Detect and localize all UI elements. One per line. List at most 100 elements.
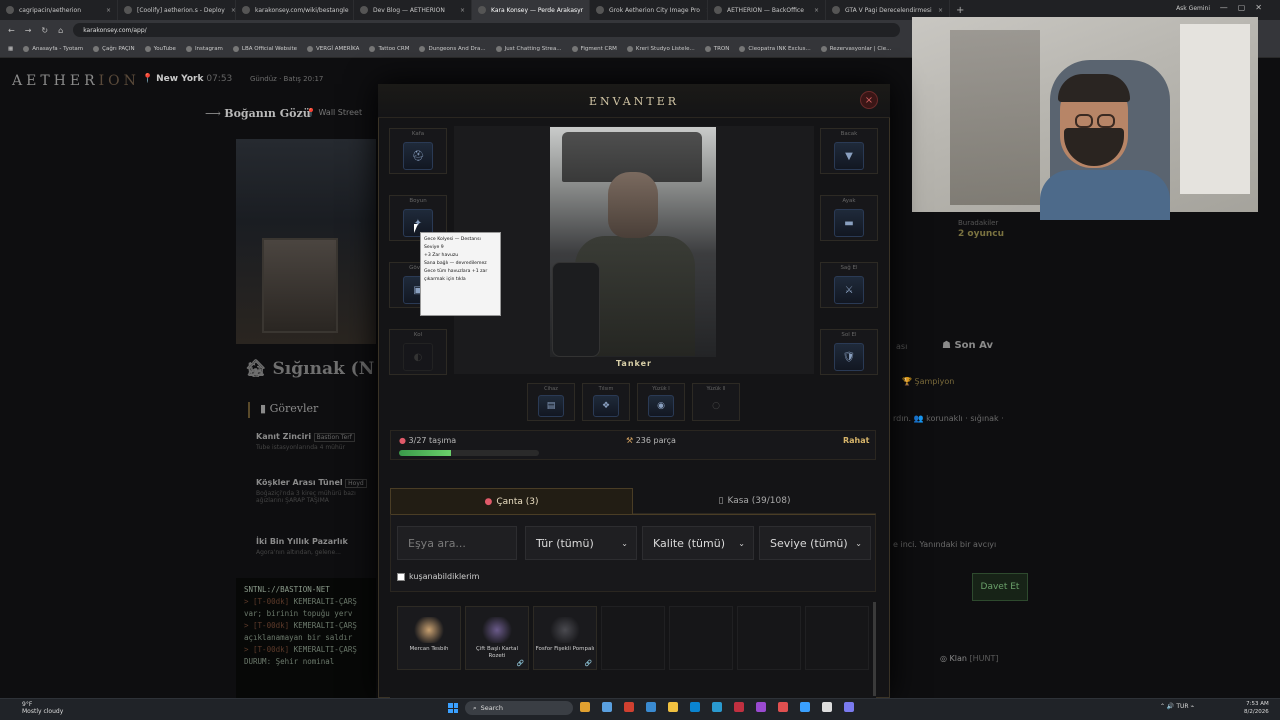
taskbar-app-icon[interactable] bbox=[734, 702, 744, 712]
taskbar-app-icon[interactable] bbox=[690, 702, 700, 712]
bookmark-item[interactable]: TRON bbox=[704, 45, 729, 52]
taskbar-app-icon[interactable] bbox=[668, 702, 678, 712]
helmet-icon[interactable]: ⛑ bbox=[403, 142, 433, 170]
search-input[interactable]: Eşya ara... bbox=[397, 526, 517, 560]
clan-tab[interactable]: ◎ Klan [HUNT] bbox=[940, 654, 999, 663]
equipment-slot[interactable]: Kafa ⛑ bbox=[389, 128, 447, 174]
equipment-slot[interactable]: Kol ◐ bbox=[389, 329, 447, 375]
taskbar-app-icon[interactable] bbox=[602, 702, 612, 712]
tab-close-icon[interactable]: × bbox=[100, 7, 111, 14]
bookmark-item[interactable]: Kreri Studyo Listele... bbox=[626, 45, 695, 52]
quest-item[interactable]: Kanıt Zinciri Bastion Terf Tube istasyonl… bbox=[256, 432, 376, 451]
system-tray[interactable]: ⌃ 🔊 TUR ⌁ bbox=[1160, 703, 1194, 710]
tab-safe[interactable]: ▯ Kasa (39/108) bbox=[633, 488, 876, 514]
empty-item-slot[interactable] bbox=[669, 606, 733, 670]
bookmark-item[interactable]: YouTube bbox=[144, 45, 176, 52]
invite-button[interactable]: Davet Et bbox=[972, 573, 1028, 601]
game-logo[interactable]: AETHERION bbox=[12, 73, 140, 89]
empty-item-slot[interactable] bbox=[601, 606, 665, 670]
equipment-slot[interactable]: Sol El 🛡 bbox=[820, 329, 878, 375]
quest-item[interactable]: Köşkler Arası Tünel Hoyd Boğaziçi'nda 3 k… bbox=[256, 478, 376, 504]
browser-tab[interactable]: Grok Aetherion City Image Pro× bbox=[590, 0, 708, 20]
bookmark-item[interactable]: VERGİ AMERİKA bbox=[307, 45, 359, 52]
empty-item-slot[interactable] bbox=[805, 606, 869, 670]
taskbar-app-icon[interactable] bbox=[844, 702, 854, 712]
empty-item-slot[interactable] bbox=[737, 606, 801, 670]
item-grid-scrollbar[interactable] bbox=[873, 602, 876, 696]
bookmark-item[interactable]: Tattoo CRM bbox=[369, 45, 409, 52]
inventory-item[interactable]: Mercan Tesbih bbox=[397, 606, 461, 670]
bookmark-item[interactable]: Rezervasyonlar | Cle... bbox=[820, 45, 891, 52]
taskbar-app-icon[interactable] bbox=[712, 702, 722, 712]
last-hunt-tab[interactable]: ☗ Son Av bbox=[942, 340, 993, 351]
taskbar-app-icon[interactable] bbox=[800, 702, 810, 712]
bookmark-item[interactable]: Çağrı PAÇIN bbox=[93, 45, 135, 52]
equipment-slot[interactable]: Tılsım ❖ bbox=[582, 383, 630, 421]
equippable-checkbox[interactable]: kuşanabildiklerim bbox=[397, 572, 479, 581]
browser-tab[interactable]: AETHERION — BackOffice × bbox=[708, 0, 826, 20]
home-icon[interactable]: ⌂ bbox=[58, 26, 63, 35]
reload-icon[interactable]: ↻ bbox=[41, 26, 48, 35]
inventory-item[interactable]: Çift Başlı Kartal Rozeti 🔗 bbox=[465, 606, 529, 670]
ring-icon[interactable]: ◉ bbox=[648, 395, 674, 417]
url-input[interactable]: karakonsey.com/app/ bbox=[73, 23, 900, 37]
equipment-slot[interactable]: Cihaz ▤ bbox=[527, 383, 575, 421]
taskbar-app-icon[interactable] bbox=[778, 702, 788, 712]
level-select[interactable]: Seviye (tümü) ⌄ bbox=[759, 526, 871, 560]
type-select[interactable]: Tür (tümü) ⌄ bbox=[525, 526, 637, 560]
checkbox-icon[interactable] bbox=[397, 572, 405, 581]
equipment-slot[interactable]: Bacak ▼ bbox=[820, 128, 878, 174]
tab-close-icon[interactable]: × bbox=[454, 7, 465, 14]
quality-select[interactable]: Kalite (tümü) ⌄ bbox=[642, 526, 754, 560]
taskbar-app-icon[interactable] bbox=[646, 702, 656, 712]
device-icon[interactable]: ▤ bbox=[538, 395, 564, 417]
equipment-slot[interactable]: Yüzük I ◉ bbox=[637, 383, 685, 421]
tab-close-icon[interactable]: × bbox=[583, 7, 589, 14]
inventory-item[interactable]: Fosfor Fişekli Pompalı 🔗 bbox=[533, 606, 597, 670]
taskbar-app-icon[interactable] bbox=[756, 702, 766, 712]
taskbar-search[interactable]: ⌕ Search bbox=[465, 701, 573, 715]
tab-bag[interactable]: ● Çanta (3) bbox=[390, 488, 633, 514]
weather-widget[interactable]: 9°F Mostly cloudy bbox=[22, 701, 63, 715]
new-tab-button[interactable]: + bbox=[950, 5, 970, 16]
taskbar-app-icon[interactable] bbox=[822, 702, 832, 712]
bookmark-item[interactable]: Figment CRM bbox=[571, 45, 617, 52]
arm-icon[interactable]: ◐ bbox=[403, 343, 433, 371]
tab-close-icon[interactable]: × bbox=[808, 7, 819, 14]
profile-label[interactable]: Ask Gemini bbox=[1176, 5, 1210, 12]
browser-tab[interactable]: cagripacin/aetherion × bbox=[0, 0, 118, 20]
bookmark-item[interactable]: LBA Official Website bbox=[232, 45, 297, 52]
boots-icon[interactable]: ▬ bbox=[834, 209, 864, 237]
bookmark-item[interactable]: Anasayfa - Tyotam bbox=[23, 45, 83, 52]
tab-close-icon[interactable]: × bbox=[225, 7, 235, 14]
bookmark-item[interactable]: Instagram bbox=[185, 45, 223, 52]
ring-empty-icon[interactable]: ○ bbox=[703, 395, 729, 417]
tab-close-icon[interactable]: × bbox=[932, 7, 943, 14]
browser-tab[interactable]: Kara Konsey — Perde Arakasyr× bbox=[472, 0, 590, 20]
legs-icon[interactable]: ▼ bbox=[834, 142, 864, 170]
browser-tab[interactable]: Dev Blog — AETHERION × bbox=[354, 0, 472, 20]
window-controls[interactable]: —▢✕ bbox=[1220, 3, 1272, 12]
weapon-right-icon[interactable]: ⚔ bbox=[834, 276, 864, 304]
back-link[interactable]: ⟶ Boğanın Gözü bbox=[205, 107, 311, 120]
equipment-slot[interactable]: Sağ El ⚔ bbox=[820, 262, 878, 308]
bookmark-item[interactable]: Dungeons And Dra... bbox=[419, 45, 486, 52]
browser-tab[interactable]: karakonsey.com/wiki/bestangle× bbox=[236, 0, 354, 20]
taskbar-app-icon[interactable] bbox=[624, 702, 634, 712]
browser-tab[interactable]: [Coolify] aetherion.s - Deploy × bbox=[118, 0, 236, 20]
bookmark-item[interactable]: Just Chatting Strea... bbox=[495, 45, 562, 52]
close-button[interactable]: × bbox=[860, 91, 878, 109]
equipment-slot[interactable]: Ayak ▬ bbox=[820, 195, 878, 241]
talisman-icon[interactable]: ❖ bbox=[593, 395, 619, 417]
weapon-left-icon[interactable]: 🛡 bbox=[834, 343, 864, 371]
taskbar-app-icon[interactable] bbox=[580, 702, 590, 712]
equipment-slot[interactable]: Yüzük II ○ bbox=[692, 383, 740, 421]
forward-icon[interactable]: → bbox=[25, 26, 32, 35]
clock[interactable]: 7:53 AM 8/2/2026 bbox=[1244, 700, 1269, 716]
quest-item[interactable]: İki Bin Yıllık Pazarlık Agora'nın altında… bbox=[256, 537, 376, 556]
tab-close-icon[interactable]: × bbox=[700, 7, 707, 14]
city-indicator[interactable]: 📍 New York 07:53 bbox=[142, 74, 232, 84]
windows-start-icon[interactable] bbox=[448, 703, 458, 713]
apps-icon[interactable]: ▦ bbox=[8, 46, 13, 52]
back-icon[interactable]: ← bbox=[8, 26, 15, 35]
